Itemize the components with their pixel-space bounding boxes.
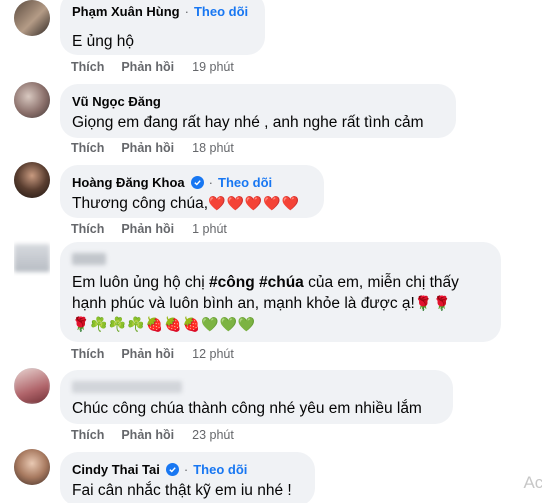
reply-button[interactable]: Phản hồi [121,141,174,155]
comment-time[interactable]: 12 phút [192,347,234,361]
comment-text: Chúc công chúa thành công nhé yêu em nhi… [72,400,422,417]
follow-link[interactable]: Theo dõi [193,462,247,477]
comment-bubble: Em luôn ủng hộ chị #công #chúa của em, m… [60,242,501,342]
separator-dot: · [183,461,189,477]
comment-bubble: Phạm Xuân Hùng · Theo dõi E ủng hộ [60,0,265,55]
comment-text: Fai cân nhắc thật kỹ em iu nhé ! [72,482,292,499]
hashtag-link[interactable]: #công [209,274,255,291]
comment-bubble: Vũ Ngọc Đăng Giọng em đang rất hay nhé ,… [60,84,456,138]
avatar[interactable] [14,449,50,485]
reply-button[interactable]: Phản hồi [121,60,174,74]
comment-text: E ủng hộ [72,33,135,50]
like-button[interactable]: Thích [71,141,104,155]
avatar[interactable] [14,0,50,36]
comment-actions: Thích Phản hồi 1 phút [71,221,227,237]
verified-badge-icon [190,175,204,189]
comment-text-part: Em luôn ủng hộ chị [72,274,210,291]
comment-actions: Thích Phản hồi 19 phút [71,59,234,75]
comment-bubble: Chúc công chúa thành công nhé yêu em nhi… [60,370,453,424]
like-button[interactable]: Thích [71,60,104,74]
heart-emojis: ❤️❤️❤️❤️❤️ [208,195,301,211]
comment-text: Thương công chúa,❤️❤️❤️❤️❤️ [72,193,312,214]
comment-time[interactable]: 18 phút [192,141,234,155]
comment-time[interactable]: 19 phút [192,60,234,74]
like-button[interactable]: Thích [71,222,104,236]
comment-author[interactable]: Cindy Thai Tai [72,462,160,477]
separator-dot: · [208,174,214,190]
comment-author[interactable]: Hoàng Đăng Khoa [72,175,185,190]
emoji-row: 🌹☘️☘️☘️🍓🍓🍓💚💚💚 [72,316,257,332]
comment-bubble: Hoàng Đăng Khoa · Theo dõi Thương công c… [60,165,324,218]
reply-button[interactable]: Phản hồi [121,428,174,442]
verified-badge-icon [165,462,179,476]
comment-bubble: Cindy Thai Tai · Theo dõi Fai cân nhắc t… [60,452,315,503]
comment-actions: Thích Phản hồi 23 phút [71,427,234,443]
blurred-author [72,381,182,393]
separator-dot: · [184,3,189,19]
avatar[interactable] [14,368,50,404]
reply-button[interactable]: Phản hồi [121,347,174,361]
comment-text: Giọng em đang rất hay nhé , anh nghe rất… [72,114,424,131]
activate-windows-watermark: Act [523,473,542,492]
like-button[interactable]: Thích [71,347,104,361]
hashtag-link[interactable]: #chúa [259,274,304,291]
comment-actions: Thích Phản hồi 18 phút [71,140,234,156]
avatar[interactable] [14,162,50,198]
comment-text-part: của em, miễn chị thấy [303,274,459,291]
avatar[interactable] [14,240,50,276]
follow-link[interactable]: Theo dõi [218,175,272,190]
comment-time[interactable]: 1 phút [192,222,227,236]
comment-author[interactable]: Phạm Xuân Hùng [72,4,180,19]
comment-text-line2: hạnh phúc và luôn bình an, mạnh khỏe là … [72,295,415,312]
comment-actions: Thích Phản hồi 12 phút [71,346,234,362]
comment-author[interactable]: Vũ Ngọc Đăng [72,94,161,109]
reply-button[interactable]: Phản hồi [121,222,174,236]
avatar[interactable] [14,82,50,118]
like-button[interactable]: Thích [71,428,104,442]
follow-link[interactable]: Theo dõi [194,4,248,19]
comment-time[interactable]: 23 phút [192,428,234,442]
blurred-author [72,253,106,265]
blurred-avatar [14,244,50,272]
rose-emojis: 🌹🌹 [414,295,452,311]
comment-text: Em luôn ủng hộ chị #công #chúa của em, m… [72,272,489,335]
comment-text-main: Thương công chúa, [72,195,209,212]
